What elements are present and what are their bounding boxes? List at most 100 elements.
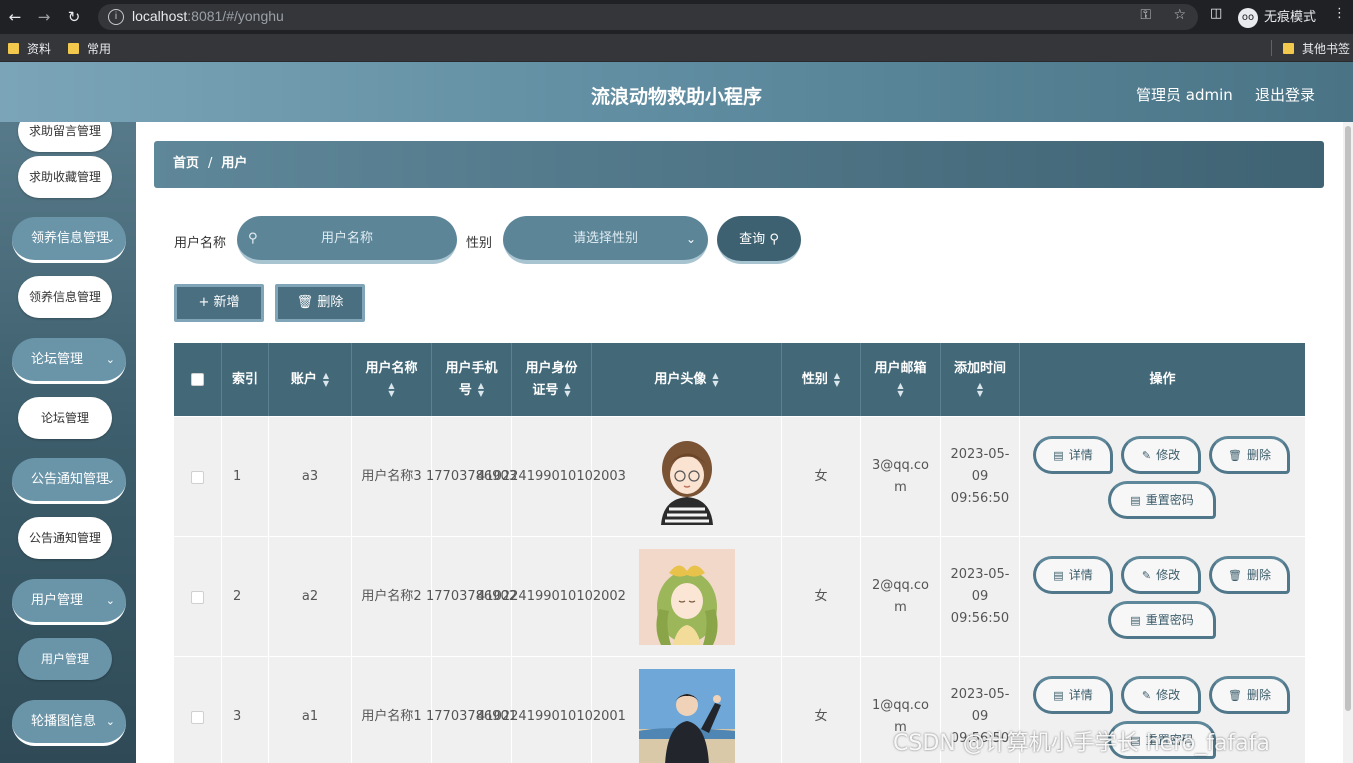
sidebar-group-notice[interactable]: 公告通知管理 ⌄ [12,458,126,504]
incognito-indicator[interactable]: oo 无痕模式 [1238,6,1316,28]
gender-select[interactable]: 请选择性别 ⌄ [503,216,708,264]
document-icon: ▤ [1130,614,1141,627]
chevron-down-icon: ⌄ [685,232,696,246]
detail-button[interactable]: ▤ 详情 [1033,436,1113,474]
chevron-down-icon: ⌄ [105,594,115,607]
reload-icon[interactable]: ↻ [63,6,85,28]
document-icon: ▤ [1053,689,1064,702]
row-checkbox[interactable] [191,470,204,484]
bookmarks-bar: 资料 常用 其他书签 [0,34,1353,62]
trash-icon: 🗑 [1228,689,1242,702]
sidebar-group-adoption[interactable]: 领养信息管理 ⌄ [12,217,126,263]
header-select-all[interactable] [174,343,222,416]
bulk-delete-button[interactable]: 🗑 删除 [275,284,365,322]
col-time[interactable]: 添加时间 ▲ ▼ [941,343,1020,416]
sidebar-item-forum[interactable]: 论坛管理 [18,397,112,439]
chevron-down-icon: ⌄ [105,473,115,486]
reset-password-button[interactable]: ▤ 重置密码 [1108,721,1216,759]
bookmark-folder-1[interactable]: 资料 [8,40,51,57]
sort-icon[interactable]: ▲ ▼ [897,382,903,398]
other-bookmarks[interactable]: 其他书签 [1283,40,1350,57]
sidebar-group-forum[interactable]: 论坛管理 ⌄ [12,338,126,384]
chevron-down-icon: ⌄ [105,353,115,366]
chevron-down-icon: ⌄ [105,232,115,245]
key-icon[interactable]: ⚿ [1140,7,1151,23]
bookmark-folder-2[interactable]: 常用 [68,40,111,57]
sidebar: 求助留言管理 求助收藏管理 领养信息管理 ⌄ 领养信息管理 论坛管理 ⌄ 论坛管理 … [0,122,136,763]
col-index: 索引 [222,343,269,416]
breadcrumb: 首页 / 用户 [154,141,1324,188]
sort-icon[interactable]: ▲ ▼ [388,382,394,398]
table-header: 索引 账户 ▲ ▼ 用户名称 ▲ ▼ 用户手机号 ▲ ▼ 用户身份 证号 ▲ ▼ 用户头像 ▲ ▼ 性… [174,343,1305,416]
sidebar-group-carousel[interactable]: 轮播图信息 ⌄ [12,700,126,746]
breadcrumb-home[interactable]: 首页 [173,156,199,171]
search-icon: ⚲ [248,231,258,246]
col-avatar[interactable]: 用户头像 ▲ ▼ [592,343,782,416]
logout-link[interactable]: 退出登录 [1255,84,1315,105]
col-username[interactable]: 用户名称 ▲ ▼ [352,343,432,416]
document-icon: ▤ [1130,734,1141,747]
sidebar-group-users[interactable]: 用户管理 ⌄ [12,579,126,625]
row-checkbox[interactable] [191,710,204,724]
trash-icon: 🗑 [1228,569,1242,582]
bookmarks-divider [1271,40,1272,56]
document-icon: ▤ [1053,449,1064,462]
app-header: 流浪动物救助小程序 管理员 admin 退出登录 [0,62,1353,122]
detail-button[interactable]: ▤ 详情 [1033,556,1113,594]
query-button[interactable]: 查询 ⚲ [717,216,801,264]
checkbox[interactable] [191,373,204,386]
edit-button[interactable]: ✎ 修改 [1121,556,1201,594]
username-search-input[interactable]: ⚲ 用户名称 [237,216,457,264]
col-email[interactable]: 用户邮箱 ▲ ▼ [861,343,941,416]
sort-icon[interactable]: ▲ ▼ [712,371,718,388]
breadcrumb-current: 用户 [221,156,248,171]
row-checkbox[interactable] [191,590,204,604]
site-info-icon[interactable]: i [108,9,124,25]
add-button[interactable]: + 新增 [174,284,264,322]
sidebar-item-help-message[interactable]: 求助留言管理 [18,122,112,152]
forward-icon[interactable]: → [33,6,55,28]
edit-icon: ✎ [1141,449,1152,462]
document-icon: ▤ [1130,494,1141,507]
user-avatar-image [638,429,735,525]
gender-label: 性别 [466,236,493,251]
detail-button[interactable]: ▤ 详情 [1033,676,1113,714]
address-bar[interactable]: i localhost:8081/#/yonghu ⚿ ☆ [98,4,1198,30]
folder-icon [68,43,79,54]
col-account[interactable]: 账户 ▲ ▼ [269,343,352,416]
edit-button[interactable]: ✎ 修改 [1121,676,1201,714]
sidebar-item-help-favorite[interactable]: 求助收藏管理 [18,156,112,198]
delete-button[interactable]: 🗑 删除 [1209,556,1290,594]
table-row: 3 a1 用户名称1 17703786901 41022419901010200… [174,656,1305,763]
address-text: localhost:8081/#/yonghu [132,8,284,24]
sidebar-item-adoption[interactable]: 领养信息管理 [18,276,112,318]
sort-icon[interactable]: ▲ ▼ [478,382,484,398]
star-icon[interactable]: ☆ [1173,7,1186,23]
trash-icon: 🗑 [296,295,314,310]
incognito-icon: oo [1238,7,1258,28]
col-idcard[interactable]: 用户身份 证号 ▲ ▼ [512,343,592,416]
reset-password-button[interactable]: ▤ 重置密码 [1108,481,1216,519]
edit-icon: ✎ [1141,689,1152,702]
sort-icon[interactable]: ▲ ▼ [323,371,329,388]
sort-icon[interactable]: ▲ ▼ [977,382,983,398]
side-panel-icon[interactable]: ◫ [1210,6,1222,21]
table-row: 1 a3 用户名称3 17703786903 41022419901010200… [174,416,1305,537]
edit-icon: ✎ [1141,569,1152,582]
col-gender[interactable]: 性别 ▲ ▼ [782,343,861,416]
scrollbar-thumb[interactable] [1345,126,1351,711]
back-icon[interactable]: ← [4,6,26,28]
delete-button[interactable]: 🗑 删除 [1209,436,1290,474]
trash-icon: 🗑 [1228,449,1242,462]
chevron-down-icon: ⌄ [105,715,115,728]
sort-icon[interactable]: ▲ ▼ [834,371,840,388]
browser-menu-icon[interactable]: ⋮ [1333,6,1346,21]
sidebar-item-users[interactable]: 用户管理 [18,638,112,680]
col-phone[interactable]: 用户手机号 ▲ ▼ [432,343,512,416]
sidebar-item-notice[interactable]: 公告通知管理 [18,517,112,559]
delete-button[interactable]: 🗑 删除 [1209,676,1290,714]
user-avatar-image [638,669,735,763]
edit-button[interactable]: ✎ 修改 [1121,436,1201,474]
reset-password-button[interactable]: ▤ 重置密码 [1108,601,1216,639]
sort-icon[interactable]: ▲ ▼ [564,382,570,398]
